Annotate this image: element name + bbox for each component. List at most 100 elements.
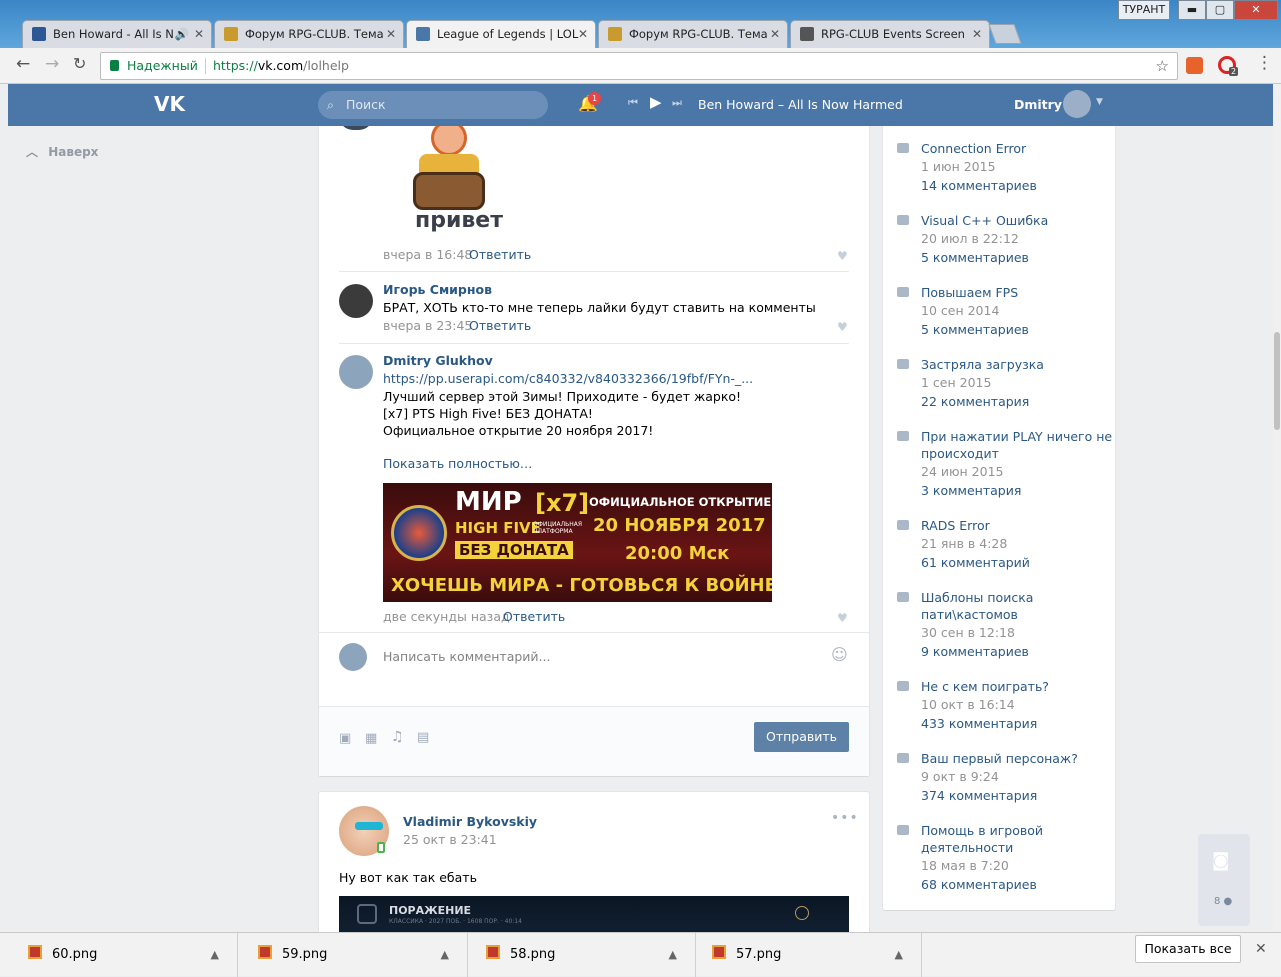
back-to-top-link[interactable]: ︿ Наверх — [26, 143, 98, 160]
track-title[interactable]: Ben Howard – All Is Now Harmed — [698, 97, 903, 112]
comment-author[interactable]: Dmitry Glukhov — [383, 353, 493, 368]
tab-rpg-forum-1[interactable]: Форум RPG-CLUB. Тема ✕ — [214, 20, 404, 48]
banner-image[interactable]: МИР [x7] ОФИЦИАЛЬНОЕ ОТКРЫТИЕ HIGH FIVE … — [383, 483, 772, 602]
topic-comments[interactable]: 14 комментариев — [921, 176, 1115, 195]
topic-item[interactable]: Ваш первый персонаж? 9 окт в 9:24 374 комм… — [897, 750, 1115, 805]
document-icon[interactable]: ▤ — [417, 730, 429, 745]
topic-comments[interactable]: 22 комментария — [921, 392, 1115, 411]
show-all-button[interactable]: Показать все — [1135, 935, 1241, 963]
topic-comments[interactable]: 9 комментариев — [921, 642, 1115, 661]
prev-track-icon[interactable]: ⏮ — [628, 96, 638, 110]
topic-title[interactable]: RADS Error — [921, 517, 1115, 534]
topic-title[interactable]: При нажатии PLAY ничего не происходит — [921, 428, 1115, 462]
close-tab-icon[interactable]: ✕ — [770, 21, 780, 47]
search-input[interactable]: ⌕ Поиск — [318, 91, 548, 119]
topic-title[interactable]: Visual C++ Ошибка — [921, 212, 1115, 229]
new-tab-button[interactable] — [988, 24, 1022, 44]
close-tab-icon[interactable]: ✕ — [578, 21, 588, 47]
topic-item[interactable]: Повышаем FPS 10 сен 2014 5 комментариев — [897, 284, 1115, 339]
topic-title[interactable]: Помощь в игровой деятельности — [921, 822, 1115, 856]
topic-title[interactable]: Повышаем FPS — [921, 284, 1115, 301]
emoji-icon[interactable]: ☺ — [831, 645, 848, 664]
download-item[interactable]: 58.png ▲ — [466, 933, 696, 977]
topic-comments[interactable]: 374 комментария — [921, 786, 1115, 805]
comment-link[interactable]: https://pp.userapi.com/c840332/v84033236… — [383, 371, 753, 386]
minimize-button[interactable]: ▬ — [1178, 0, 1206, 20]
music-icon[interactable]: ♫ — [391, 729, 404, 745]
topic-title[interactable]: Ваш первый персонаж? — [921, 750, 1115, 767]
topic-item[interactable]: Connection Error 1 июн 2015 14 комментарие… — [897, 140, 1115, 195]
chrome-menu-icon[interactable]: ⋮ — [1256, 53, 1273, 73]
topic-comments[interactable]: 5 комментариев — [921, 320, 1115, 339]
chevron-up-icon[interactable]: ▲ — [895, 933, 903, 977]
user-name[interactable]: Dmitry — [1014, 97, 1062, 112]
topic-item[interactable]: Шаблоны поиска пати\кастомов 30 сен в 12:… — [897, 589, 1115, 661]
chevron-up-icon[interactable]: ▲ — [441, 933, 449, 977]
camera-icon[interactable]: ▣ — [339, 731, 351, 746]
extension-icon[interactable] — [1186, 57, 1203, 74]
photo-widget[interactable]: ◙ 8 ● — [1198, 834, 1250, 926]
topic-item[interactable]: RADS Error 21 янв в 4:28 61 комментарий — [897, 517, 1115, 572]
comment-time[interactable]: вчера в 16:48 — [383, 247, 472, 262]
reload-icon[interactable]: ↻ — [73, 54, 86, 73]
comment-time[interactable]: две секунды назад — [383, 609, 510, 624]
back-icon[interactable]: ← — [16, 54, 30, 74]
avatar[interactable] — [1063, 90, 1091, 118]
comment-author[interactable]: Игорь Смирнов — [383, 282, 492, 297]
topic-comments[interactable]: 3 комментария — [921, 481, 1115, 500]
profile-button[interactable]: ТУРАНТ — [1118, 0, 1170, 20]
chevron-up-icon[interactable]: ▲ — [669, 933, 677, 977]
topic-item[interactable]: Не с кем поиграть? 10 окт в 16:14 433 комм… — [897, 678, 1115, 733]
topic-title[interactable]: Застряла загрузка — [921, 356, 1115, 373]
play-icon[interactable]: ▶ — [650, 93, 662, 111]
vk-logo-icon[interactable]: VK — [154, 92, 185, 116]
scrollbar[interactable] — [1273, 84, 1281, 932]
video-icon[interactable]: ▦ — [365, 731, 377, 746]
avatar[interactable] — [339, 355, 373, 389]
close-tab-icon[interactable]: ✕ — [386, 21, 396, 47]
scrollbar-thumb[interactable] — [1274, 332, 1280, 430]
avatar[interactable] — [339, 126, 373, 130]
chevron-down-icon[interactable]: ▼ — [1096, 97, 1103, 107]
topic-item[interactable]: Помощь в игровой деятельности 18 мая в 7:… — [897, 822, 1115, 894]
reply-link[interactable]: Ответить — [469, 247, 531, 262]
chevron-up-icon[interactable]: ▲ — [211, 933, 219, 977]
close-window-button[interactable]: ✕ — [1234, 0, 1278, 20]
send-button[interactable]: Отправить — [754, 722, 849, 752]
topic-title[interactable]: Connection Error — [921, 140, 1115, 157]
topic-item[interactable]: При нажатии PLAY ничего не происходит 24 … — [897, 428, 1115, 500]
download-item[interactable]: 57.png ▲ — [692, 933, 922, 977]
post-author[interactable]: Vladimir Bykovskiy — [403, 814, 537, 829]
post-date[interactable]: 25 окт в 23:41 — [403, 832, 497, 847]
avatar[interactable] — [339, 284, 373, 318]
topic-comments[interactable]: 68 комментариев — [921, 875, 1115, 894]
more-options-icon[interactable]: ••• — [831, 810, 859, 826]
reply-link[interactable]: Ответить — [469, 318, 531, 333]
forward-icon[interactable]: → — [45, 54, 59, 74]
comment-input[interactable]: Написать комментарий... — [383, 649, 550, 664]
like-heart-icon[interactable]: ♥ — [837, 611, 849, 625]
like-heart-icon[interactable]: ♥ — [837, 320, 849, 334]
topic-title[interactable]: Не с кем поиграть? — [921, 678, 1115, 695]
download-item[interactable]: 60.png ▲ — [8, 933, 238, 977]
tab-rpg-events[interactable]: RPG-CLUB Events Screen ✕ — [790, 20, 990, 48]
topic-title[interactable]: Шаблоны поиска пати\кастомов — [921, 589, 1115, 623]
post-image[interactable]: ПОРАЖЕНИЕ КЛАССИКА · 2027 ПОБ. · 1608 ПО… — [339, 896, 849, 932]
comment-time[interactable]: вчера в 23:45 — [383, 318, 472, 333]
show-more-link[interactable]: Показать полностью… — [383, 456, 532, 471]
next-track-icon[interactable]: ⏭ — [672, 96, 682, 110]
close-icon[interactable]: ✕ — [1255, 941, 1267, 957]
download-item[interactable]: 59.png ▲ — [238, 933, 468, 977]
topic-comments[interactable]: 61 комментарий — [921, 553, 1115, 572]
reply-link[interactable]: Ответить — [503, 609, 565, 624]
like-heart-icon[interactable]: ♥ — [837, 249, 849, 263]
tab-league-of-legends[interactable]: League of Legends | LOL ✕ — [406, 20, 596, 48]
close-tab-icon[interactable]: ✕ — [194, 21, 204, 47]
tab-rpg-forum-2[interactable]: Форум RPG-CLUB. Тема ✕ — [598, 20, 788, 48]
close-tab-icon[interactable]: ✕ — [972, 21, 982, 47]
topic-item[interactable]: Застряла загрузка 1 сен 2015 22 комментари… — [897, 356, 1115, 411]
topic-comments[interactable]: 5 комментариев — [921, 248, 1115, 267]
omnibox[interactable]: Надежный https://vk.com/lolhelp ☆ — [100, 52, 1178, 80]
topic-item[interactable]: Visual C++ Ошибка 20 июл в 22:12 5 коммент… — [897, 212, 1115, 267]
topic-comments[interactable]: 433 комментария — [921, 714, 1115, 733]
